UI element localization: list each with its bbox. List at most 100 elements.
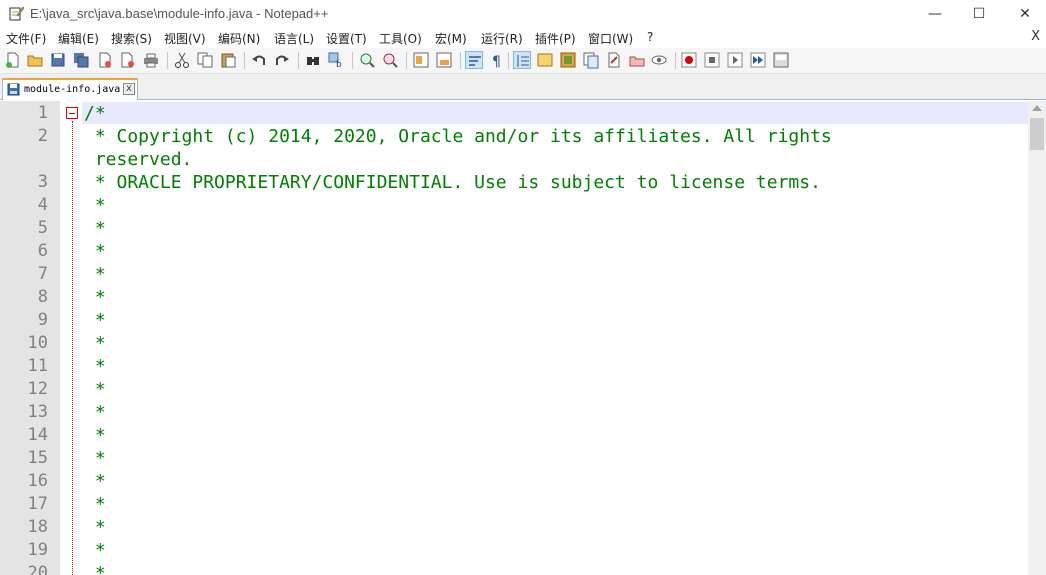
- tab-module-info[interactable]: module-info.java x: [2, 78, 138, 100]
- save-macro-icon[interactable]: [772, 51, 790, 69]
- toolbar-separator: [460, 52, 461, 69]
- save-icon[interactable]: [49, 51, 67, 69]
- toolbar-separator: [352, 52, 353, 69]
- notepad-plus-plus-icon: [9, 6, 24, 21]
- code-line: *: [84, 310, 106, 331]
- monitoring-icon[interactable]: [605, 51, 623, 69]
- menu-bar: 文件(F) 编辑(E) 搜索(S) 视图(V) 编码(N) 语言(L) 设置(T…: [0, 28, 1046, 48]
- sync-horizontal-icon[interactable]: [435, 51, 453, 69]
- menu-run[interactable]: 运行(R): [481, 30, 523, 47]
- fold-margin: [60, 101, 82, 575]
- line-number: 11: [27, 356, 48, 376]
- launch-icon[interactable]: [628, 51, 646, 69]
- saved-file-icon: [7, 83, 20, 96]
- line-number: 12: [27, 379, 48, 399]
- line-number: 10: [27, 333, 48, 353]
- minimize-button[interactable]: —: [912, 0, 958, 28]
- tab-close-button[interactable]: x: [123, 83, 135, 95]
- maximize-button[interactable]: ☐: [956, 0, 1002, 28]
- line-number: 3: [37, 172, 48, 192]
- find-icon[interactable]: [304, 51, 322, 69]
- play-macro-icon[interactable]: [726, 51, 744, 69]
- record-macro-icon[interactable]: [680, 51, 698, 69]
- code-line: * Copyright (c) 2014, 2020, Oracle and/o…: [84, 126, 832, 147]
- replace-icon[interactable]: b: [327, 51, 345, 69]
- document-map-icon[interactable]: [536, 51, 554, 69]
- menu-help[interactable]: ?: [647, 30, 653, 44]
- zoom-in-icon[interactable]: [358, 51, 376, 69]
- menu-tools[interactable]: 工具(O): [379, 30, 422, 47]
- new-file-icon[interactable]: [4, 51, 22, 69]
- paste-icon[interactable]: [219, 51, 237, 69]
- line-number: 4: [37, 195, 48, 215]
- folder-as-workspace-icon[interactable]: [582, 51, 600, 69]
- sync-vertical-icon[interactable]: [412, 51, 430, 69]
- line-number: 15: [27, 448, 48, 468]
- code-line: *: [84, 218, 106, 239]
- code-line: *: [84, 287, 106, 308]
- code-line: *: [84, 333, 106, 354]
- code-line: reserved.: [84, 149, 193, 170]
- indent-guide-icon[interactable]: [513, 51, 531, 69]
- menu-encoding[interactable]: 编码(N): [218, 30, 260, 47]
- menu-plugins[interactable]: 插件(P): [535, 30, 576, 47]
- line-number: 8: [37, 287, 48, 307]
- code-line: *: [84, 241, 106, 262]
- fold-collapse-icon[interactable]: [66, 107, 78, 119]
- code-line: /*: [84, 103, 106, 124]
- code-line: *: [84, 195, 106, 216]
- line-number: 19: [27, 540, 48, 560]
- toolbar: b ¶: [0, 48, 1046, 74]
- line-number: 6: [37, 241, 48, 261]
- code-line: *: [84, 264, 106, 285]
- code-line: *: [84, 379, 106, 400]
- copy-icon[interactable]: [196, 51, 214, 69]
- menu-edit[interactable]: 编辑(E): [58, 30, 99, 47]
- code-line: *: [84, 563, 106, 575]
- toolbar-separator: [406, 52, 407, 69]
- menu-view[interactable]: 视图(V): [164, 30, 206, 47]
- line-number: 20: [27, 563, 48, 575]
- cut-icon[interactable]: [173, 51, 191, 69]
- line-number: 17: [27, 494, 48, 514]
- line-number: 13: [27, 402, 48, 422]
- line-number: 2: [37, 126, 48, 146]
- toolbar-separator: [244, 52, 245, 69]
- close-all-icon[interactable]: [119, 51, 137, 69]
- function-list-icon[interactable]: [559, 51, 577, 69]
- word-wrap-icon[interactable]: [465, 51, 483, 69]
- tab-label: module-info.java: [24, 84, 121, 95]
- editor[interactable]: 1 /* 2 * Copyright (c) 2014, 2020, Oracle …: [0, 101, 1046, 575]
- line-number: 16: [27, 471, 48, 491]
- menu-settings[interactable]: 设置(T): [326, 30, 367, 47]
- toolbar-separator: [167, 52, 168, 69]
- zoom-out-icon[interactable]: [381, 51, 399, 69]
- show-all-chars-icon[interactable]: ¶: [488, 51, 506, 69]
- toolbar-separator: [675, 52, 676, 69]
- open-file-icon[interactable]: [26, 51, 44, 69]
- undo-icon[interactable]: [250, 51, 268, 69]
- scroll-up-arrow-icon[interactable]: [1032, 105, 1042, 111]
- menu-window[interactable]: 窗口(W): [588, 30, 633, 47]
- menu-macro[interactable]: 宏(M): [435, 30, 467, 47]
- menu-language[interactable]: 语言(L): [274, 30, 314, 47]
- code-line: * ORACLE PROPRIETARY/CONFIDENTIAL. Use i…: [84, 172, 821, 193]
- svg-text:¶: ¶: [492, 54, 501, 69]
- print-icon[interactable]: [142, 51, 160, 69]
- redo-icon[interactable]: [273, 51, 291, 69]
- close-icon[interactable]: [96, 51, 114, 69]
- run-macro-multiple-icon[interactable]: [749, 51, 767, 69]
- title-bar: E:\java_src\java.base\module-info.java -…: [0, 0, 1046, 28]
- code-line: *: [84, 448, 106, 469]
- menu-search[interactable]: 搜索(S): [111, 30, 152, 47]
- scrollbar-thumb[interactable]: [1030, 118, 1044, 150]
- vertical-scrollbar[interactable]: [1028, 101, 1046, 575]
- close-document-button[interactable]: X: [1031, 29, 1040, 44]
- stop-record-icon[interactable]: [703, 51, 721, 69]
- menu-file[interactable]: 文件(F): [6, 30, 46, 47]
- close-window-button[interactable]: ✕: [1002, 0, 1046, 28]
- save-all-icon[interactable]: [72, 51, 90, 69]
- line-number: 18: [27, 517, 48, 537]
- eye-icon[interactable]: [650, 51, 668, 69]
- current-line-highlight: [82, 102, 1028, 124]
